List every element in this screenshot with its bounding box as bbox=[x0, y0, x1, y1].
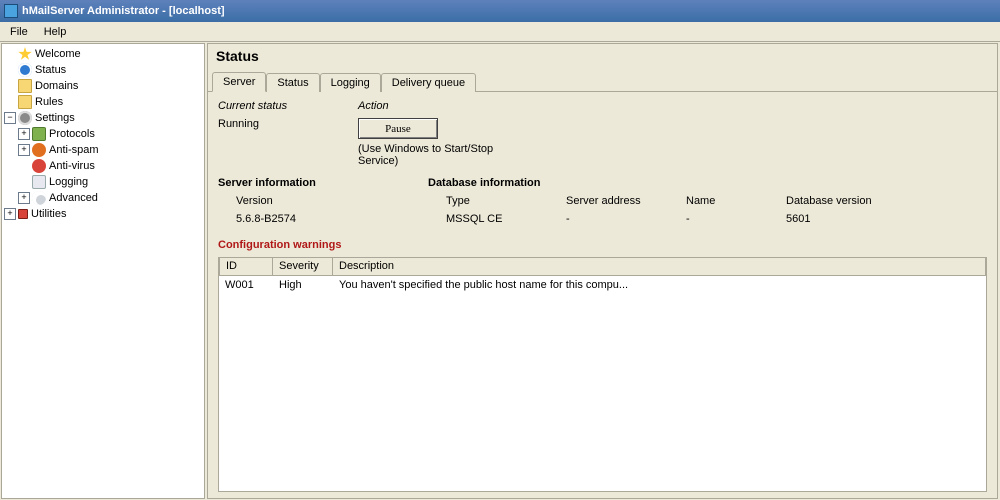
folder-icon bbox=[18, 95, 32, 109]
warn-id: W001 bbox=[219, 278, 273, 292]
tree-expander-empty bbox=[4, 80, 16, 92]
content-pane: Status Server Status Logging Delivery qu… bbox=[207, 43, 998, 499]
menu-file[interactable]: File bbox=[4, 24, 34, 40]
tree-label: Domains bbox=[35, 80, 78, 92]
config-warnings-header: Configuration warnings bbox=[218, 239, 987, 251]
tree-item-logging[interactable]: Logging bbox=[4, 174, 202, 190]
magnifier-icon bbox=[32, 191, 46, 205]
app-icon bbox=[4, 4, 18, 18]
db-addr-value: - bbox=[566, 213, 686, 225]
expand-icon[interactable]: + bbox=[18, 144, 30, 156]
server-info-header: Server information bbox=[218, 177, 428, 189]
tabstrip: Server Status Logging Delivery queue bbox=[207, 70, 998, 92]
window-title: hMailServer Administrator - [localhost] bbox=[22, 5, 225, 17]
tree-expander-empty bbox=[4, 96, 16, 108]
tree-label: Anti-spam bbox=[49, 144, 99, 156]
db-type-label: Type bbox=[446, 195, 566, 207]
warnings-list: ID Severity Description W001 High You ha… bbox=[218, 257, 987, 492]
warn-sev: High bbox=[273, 278, 333, 292]
warnings-header-row: ID Severity Description bbox=[219, 258, 986, 276]
tree-expander-empty bbox=[4, 64, 16, 76]
db-info-header: Database information bbox=[428, 177, 540, 189]
db-ver-label: Database version bbox=[786, 195, 906, 207]
tree-label: Logging bbox=[49, 176, 88, 188]
tree-item-domains[interactable]: Domains bbox=[4, 78, 202, 94]
pause-button[interactable]: Pause bbox=[358, 118, 438, 139]
folder-icon bbox=[18, 79, 32, 93]
warn-col-desc[interactable]: Description bbox=[333, 258, 986, 276]
tree-expander-empty bbox=[18, 160, 30, 172]
current-status-label: Current status bbox=[218, 100, 358, 112]
version-label: Version bbox=[236, 195, 446, 207]
service-hint: (Use Windows to Start/Stop Service) bbox=[358, 143, 518, 167]
tree-label: Rules bbox=[35, 96, 63, 108]
tab-body-server: Current status Action Running Pause (Use… bbox=[207, 92, 998, 499]
page-title: Status bbox=[207, 43, 998, 70]
tree-pane: Welcome Status Domains Rules − Settings bbox=[1, 43, 205, 499]
utilities-icon bbox=[18, 209, 28, 219]
tree-item-settings[interactable]: − Settings bbox=[4, 110, 202, 126]
info-icon bbox=[18, 63, 32, 77]
db-type-value: MSSQL CE bbox=[446, 213, 566, 225]
tree-label: Utilities bbox=[31, 208, 66, 220]
tree-label: Settings bbox=[35, 112, 75, 124]
star-icon bbox=[18, 47, 32, 61]
tree-label: Anti-virus bbox=[49, 160, 95, 172]
logging-icon bbox=[32, 175, 46, 189]
collapse-icon[interactable]: − bbox=[4, 112, 16, 124]
db-name-label: Name bbox=[686, 195, 786, 207]
version-value: 5.6.8-B2574 bbox=[236, 213, 446, 225]
tab-status[interactable]: Status bbox=[266, 73, 319, 92]
tree-expander-empty bbox=[4, 48, 16, 60]
warn-col-sev[interactable]: Severity bbox=[273, 258, 333, 276]
expand-icon[interactable]: + bbox=[18, 128, 30, 140]
warn-desc: You haven't specified the public host na… bbox=[333, 278, 986, 292]
menu-bar: File Help bbox=[0, 22, 1000, 42]
tree-expander-empty bbox=[18, 176, 30, 188]
window-title-bar: hMailServer Administrator - [localhost] bbox=[0, 0, 1000, 22]
tree-label: Status bbox=[35, 64, 66, 76]
db-ver-value: 5601 bbox=[786, 213, 906, 225]
antispam-icon bbox=[32, 143, 46, 157]
db-addr-label: Server address bbox=[566, 195, 686, 207]
tree-label: Protocols bbox=[49, 128, 95, 140]
gear-icon bbox=[18, 111, 32, 125]
nav-tree: Welcome Status Domains Rules − Settings bbox=[2, 44, 204, 224]
tree-label: Advanced bbox=[49, 192, 98, 204]
menu-help[interactable]: Help bbox=[38, 24, 73, 40]
expand-icon[interactable]: + bbox=[4, 208, 16, 220]
warning-row[interactable]: W001 High You haven't specified the publ… bbox=[219, 276, 986, 294]
tree-item-rules[interactable]: Rules bbox=[4, 94, 202, 110]
tree-item-advanced[interactable]: + Advanced bbox=[4, 190, 202, 206]
running-status: Running bbox=[218, 118, 358, 130]
tree-label: Welcome bbox=[35, 48, 81, 60]
tab-server[interactable]: Server bbox=[212, 72, 266, 92]
tree-item-status[interactable]: Status bbox=[4, 62, 202, 78]
action-label: Action bbox=[358, 100, 518, 112]
tab-delivery[interactable]: Delivery queue bbox=[381, 73, 476, 92]
tree-item-utilities[interactable]: + Utilities bbox=[4, 206, 202, 222]
tree-item-antispam[interactable]: + Anti-spam bbox=[4, 142, 202, 158]
db-name-value: - bbox=[686, 213, 786, 225]
tree-item-welcome[interactable]: Welcome bbox=[4, 46, 202, 62]
antivirus-icon bbox=[32, 159, 46, 173]
tree-item-protocols[interactable]: + Protocols bbox=[4, 126, 202, 142]
expand-icon[interactable]: + bbox=[18, 192, 30, 204]
main-split: Welcome Status Domains Rules − Settings bbox=[0, 42, 1000, 500]
info-grid: Version Type Server address Name Databas… bbox=[218, 195, 987, 225]
tree-item-antivirus[interactable]: Anti-virus bbox=[4, 158, 202, 174]
tab-logging[interactable]: Logging bbox=[320, 73, 381, 92]
warn-col-id[interactable]: ID bbox=[219, 258, 273, 276]
protocols-icon bbox=[32, 127, 46, 141]
